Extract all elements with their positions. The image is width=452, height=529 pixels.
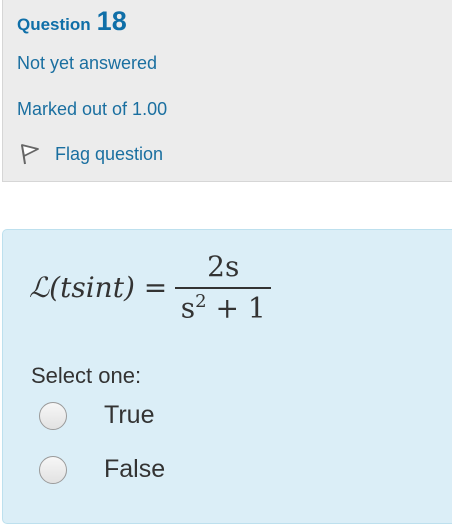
flag-question-button[interactable]: Flag question bbox=[17, 142, 163, 166]
denominator-rest: + 1 bbox=[206, 291, 266, 325]
formula-numerator: 2s bbox=[207, 249, 240, 283]
question-grade: Marked out of 1.00 bbox=[17, 99, 168, 119]
radio-true[interactable] bbox=[39, 401, 67, 430]
option-label-true[interactable]: True bbox=[104, 401, 154, 430]
denominator-base: s bbox=[180, 291, 196, 325]
answer-option-false[interactable]: False bbox=[39, 455, 165, 484]
answer-option-true[interactable]: True bbox=[39, 401, 154, 430]
question-state: Not yet answered bbox=[17, 53, 158, 73]
question-number: 18 bbox=[96, 6, 127, 36]
option-label-false[interactable]: False bbox=[104, 455, 165, 484]
question-heading: Question 18 bbox=[17, 6, 127, 37]
denominator-exponent: 2 bbox=[195, 290, 207, 312]
radio-false[interactable] bbox=[39, 455, 67, 484]
question-formula: ℒ(tsint) = 2s s2 + 1 bbox=[29, 242, 272, 332]
formula-fraction: 2s s2 + 1 bbox=[175, 249, 272, 324]
formula-lhs: ℒ(tsint) = bbox=[29, 270, 168, 304]
question-content-panel: ℒ(tsint) = 2s s2 + 1 Select one: True Fa… bbox=[2, 229, 452, 524]
answer-prompt: Select one: bbox=[31, 363, 142, 388]
formula-denominator: s2 + 1 bbox=[181, 289, 266, 324]
flag-icon bbox=[17, 142, 41, 166]
flag-question-label: Flag question bbox=[55, 143, 164, 164]
question-info-panel: Question 18 Not yet answered Marked out o… bbox=[2, 0, 452, 182]
question-label: Question bbox=[17, 15, 91, 34]
